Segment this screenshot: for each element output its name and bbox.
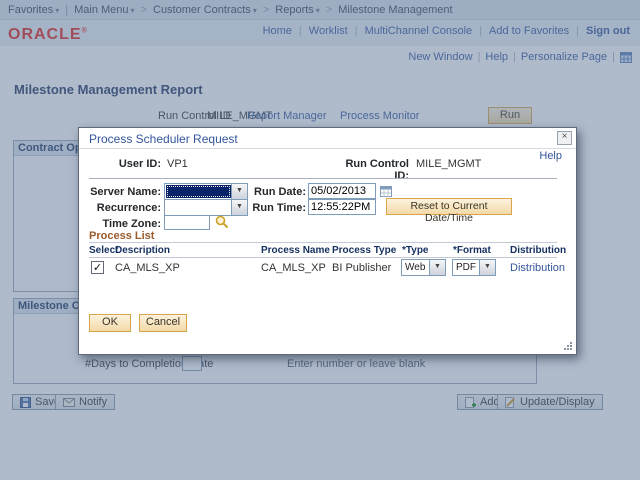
user-id-label: User ID: xyxy=(89,158,161,170)
run-time-label: Run Time: xyxy=(229,202,306,214)
column-header-process-name: Process Name xyxy=(261,245,330,256)
reset-date-time-button[interactable]: Reset to Current Date/Time xyxy=(386,198,512,215)
select-checkbox[interactable]: ✓ xyxy=(91,261,104,274)
run-date-label: Run Date: xyxy=(229,186,306,198)
server-name-label: Server Name: xyxy=(79,186,161,198)
table-top-border xyxy=(89,242,557,243)
recurrence-label: Recurrence: xyxy=(79,202,161,214)
distribution-link[interactable]: Distribution xyxy=(510,262,565,274)
lookup-magnifier-icon[interactable] xyxy=(215,215,229,229)
cancel-button[interactable]: Cancel xyxy=(139,314,187,332)
close-icon[interactable]: × xyxy=(557,131,572,145)
dropdown-arrow-icon: ▼ xyxy=(479,260,495,275)
column-header-format: *Format xyxy=(453,245,491,256)
process-scheduler-request-dialog: Process Scheduler Request × Help User ID… xyxy=(78,127,577,355)
column-header-distribution: Distribution xyxy=(510,245,566,256)
format-select[interactable]: PDF ▼ xyxy=(452,259,496,276)
user-id-value: VP1 xyxy=(167,158,188,170)
table-header-border xyxy=(89,257,557,258)
dropdown-arrow-icon: ▼ xyxy=(429,260,445,275)
column-header-type: *Type xyxy=(402,245,429,256)
resize-grip[interactable] xyxy=(564,342,573,351)
time-zone-input[interactable] xyxy=(164,215,210,230)
divider xyxy=(89,178,557,179)
ok-button[interactable]: OK xyxy=(89,314,131,332)
calendar-icon[interactable] xyxy=(380,185,393,198)
application-window: Favorites▾ | Main Menu▾ > Customer Contr… xyxy=(0,0,640,480)
time-zone-label: Time Zone: xyxy=(79,218,161,230)
dialog-titlebar: Process Scheduler Request xyxy=(79,128,576,149)
cell-process-name: CA_MLS_XP xyxy=(261,262,326,274)
dialog-title: Process Scheduler Request xyxy=(89,132,238,146)
run-date-input[interactable] xyxy=(308,183,376,199)
column-header-process-type: Process Type xyxy=(332,245,396,256)
cell-description: CA_MLS_XP xyxy=(115,262,180,274)
dialog-help-link[interactable]: Help xyxy=(539,150,562,162)
process-list-title: Process List xyxy=(89,230,154,242)
dialog-run-control-id-value: MILE_MGMT xyxy=(416,158,481,170)
column-header-description: Description xyxy=(115,245,170,256)
run-time-input[interactable] xyxy=(308,199,376,215)
type-select[interactable]: Web ▼ xyxy=(401,259,446,276)
cell-process-type: BI Publisher xyxy=(332,262,391,274)
server-name-selected-fill xyxy=(166,185,231,198)
